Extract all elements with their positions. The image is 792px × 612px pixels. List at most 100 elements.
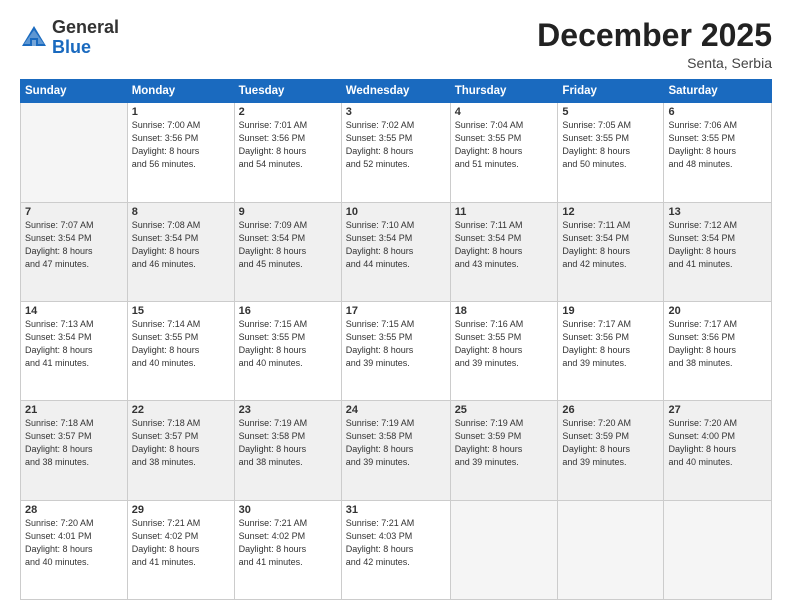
- day-number: 24: [346, 404, 446, 416]
- day-info: Sunrise: 7:14 AMSunset: 3:55 PMDaylight:…: [132, 318, 230, 370]
- weekday-header-wednesday: Wednesday: [341, 80, 450, 103]
- day-number: 14: [25, 305, 123, 317]
- day-number: 3: [346, 106, 446, 118]
- logo-blue: Blue: [52, 37, 91, 57]
- day-number: 28: [25, 504, 123, 516]
- calendar-cell: 24Sunrise: 7:19 AMSunset: 3:58 PMDayligh…: [341, 401, 450, 500]
- calendar-cell: 7Sunrise: 7:07 AMSunset: 3:54 PMDaylight…: [21, 202, 128, 301]
- day-info: Sunrise: 7:20 AMSunset: 4:00 PMDaylight:…: [668, 417, 767, 469]
- day-number: 27: [668, 404, 767, 416]
- day-number: 7: [25, 206, 123, 218]
- day-number: 26: [562, 404, 659, 416]
- day-info: Sunrise: 7:19 AMSunset: 3:58 PMDaylight:…: [346, 417, 446, 469]
- day-info: Sunrise: 7:11 AMSunset: 3:54 PMDaylight:…: [562, 219, 659, 271]
- day-info: Sunrise: 7:07 AMSunset: 3:54 PMDaylight:…: [25, 219, 123, 271]
- calendar-cell: 4Sunrise: 7:04 AMSunset: 3:55 PMDaylight…: [450, 103, 558, 202]
- calendar-cell: 23Sunrise: 7:19 AMSunset: 3:58 PMDayligh…: [234, 401, 341, 500]
- weekday-header-thursday: Thursday: [450, 80, 558, 103]
- day-number: 16: [239, 305, 337, 317]
- day-number: 5: [562, 106, 659, 118]
- day-number: 25: [455, 404, 554, 416]
- calendar-cell: 2Sunrise: 7:01 AMSunset: 3:56 PMDaylight…: [234, 103, 341, 202]
- day-number: 17: [346, 305, 446, 317]
- day-number: 22: [132, 404, 230, 416]
- calendar-cell: 25Sunrise: 7:19 AMSunset: 3:59 PMDayligh…: [450, 401, 558, 500]
- day-info: Sunrise: 7:20 AMSunset: 4:01 PMDaylight:…: [25, 517, 123, 569]
- calendar-cell: 30Sunrise: 7:21 AMSunset: 4:02 PMDayligh…: [234, 500, 341, 599]
- day-number: 20: [668, 305, 767, 317]
- day-info: Sunrise: 7:01 AMSunset: 3:56 PMDaylight:…: [239, 119, 337, 171]
- day-number: 11: [455, 206, 554, 218]
- calendar-cell: [664, 500, 772, 599]
- day-number: 31: [346, 504, 446, 516]
- day-number: 4: [455, 106, 554, 118]
- day-info: Sunrise: 7:05 AMSunset: 3:55 PMDaylight:…: [562, 119, 659, 171]
- calendar-cell: 3Sunrise: 7:02 AMSunset: 3:55 PMDaylight…: [341, 103, 450, 202]
- calendar-cell: 17Sunrise: 7:15 AMSunset: 3:55 PMDayligh…: [341, 301, 450, 400]
- weekday-header-friday: Friday: [558, 80, 664, 103]
- day-info: Sunrise: 7:12 AMSunset: 3:54 PMDaylight:…: [668, 219, 767, 271]
- day-info: Sunrise: 7:13 AMSunset: 3:54 PMDaylight:…: [25, 318, 123, 370]
- calendar-cell: 11Sunrise: 7:11 AMSunset: 3:54 PMDayligh…: [450, 202, 558, 301]
- calendar-cell: 20Sunrise: 7:17 AMSunset: 3:56 PMDayligh…: [664, 301, 772, 400]
- month-title: December 2025: [537, 18, 772, 53]
- calendar-cell: 27Sunrise: 7:20 AMSunset: 4:00 PMDayligh…: [664, 401, 772, 500]
- calendar-cell: 12Sunrise: 7:11 AMSunset: 3:54 PMDayligh…: [558, 202, 664, 301]
- day-info: Sunrise: 7:17 AMSunset: 3:56 PMDaylight:…: [562, 318, 659, 370]
- day-info: Sunrise: 7:15 AMSunset: 3:55 PMDaylight:…: [239, 318, 337, 370]
- day-info: Sunrise: 7:02 AMSunset: 3:55 PMDaylight:…: [346, 119, 446, 171]
- calendar-header-row: SundayMondayTuesdayWednesdayThursdayFrid…: [21, 80, 772, 103]
- calendar-cell: 15Sunrise: 7:14 AMSunset: 3:55 PMDayligh…: [127, 301, 234, 400]
- day-number: 23: [239, 404, 337, 416]
- calendar-cell: 8Sunrise: 7:08 AMSunset: 3:54 PMDaylight…: [127, 202, 234, 301]
- day-number: 8: [132, 206, 230, 218]
- day-number: 9: [239, 206, 337, 218]
- calendar-table: SundayMondayTuesdayWednesdayThursdayFrid…: [20, 79, 772, 600]
- day-info: Sunrise: 7:17 AMSunset: 3:56 PMDaylight:…: [668, 318, 767, 370]
- weekday-header-sunday: Sunday: [21, 80, 128, 103]
- day-info: Sunrise: 7:06 AMSunset: 3:55 PMDaylight:…: [668, 119, 767, 171]
- logo: General Blue: [20, 18, 119, 58]
- location-subtitle: Senta, Serbia: [537, 55, 772, 71]
- logo-text: General Blue: [52, 18, 119, 58]
- weekday-header-saturday: Saturday: [664, 80, 772, 103]
- day-info: Sunrise: 7:19 AMSunset: 3:58 PMDaylight:…: [239, 417, 337, 469]
- calendar-cell: 6Sunrise: 7:06 AMSunset: 3:55 PMDaylight…: [664, 103, 772, 202]
- day-number: 30: [239, 504, 337, 516]
- day-number: 29: [132, 504, 230, 516]
- title-block: December 2025 Senta, Serbia: [537, 18, 772, 71]
- day-info: Sunrise: 7:00 AMSunset: 3:56 PMDaylight:…: [132, 119, 230, 171]
- day-number: 6: [668, 106, 767, 118]
- calendar-week-row: 14Sunrise: 7:13 AMSunset: 3:54 PMDayligh…: [21, 301, 772, 400]
- day-info: Sunrise: 7:21 AMSunset: 4:02 PMDaylight:…: [239, 517, 337, 569]
- day-number: 2: [239, 106, 337, 118]
- calendar-cell: 10Sunrise: 7:10 AMSunset: 3:54 PMDayligh…: [341, 202, 450, 301]
- calendar-cell: 1Sunrise: 7:00 AMSunset: 3:56 PMDaylight…: [127, 103, 234, 202]
- day-info: Sunrise: 7:09 AMSunset: 3:54 PMDaylight:…: [239, 219, 337, 271]
- logo-general: General: [52, 17, 119, 37]
- calendar-cell: 16Sunrise: 7:15 AMSunset: 3:55 PMDayligh…: [234, 301, 341, 400]
- calendar-cell: 9Sunrise: 7:09 AMSunset: 3:54 PMDaylight…: [234, 202, 341, 301]
- day-info: Sunrise: 7:08 AMSunset: 3:54 PMDaylight:…: [132, 219, 230, 271]
- calendar-cell: 26Sunrise: 7:20 AMSunset: 3:59 PMDayligh…: [558, 401, 664, 500]
- day-info: Sunrise: 7:20 AMSunset: 3:59 PMDaylight:…: [562, 417, 659, 469]
- logo-icon: [20, 24, 48, 52]
- calendar-cell: 22Sunrise: 7:18 AMSunset: 3:57 PMDayligh…: [127, 401, 234, 500]
- calendar-cell: 18Sunrise: 7:16 AMSunset: 3:55 PMDayligh…: [450, 301, 558, 400]
- calendar-cell: 13Sunrise: 7:12 AMSunset: 3:54 PMDayligh…: [664, 202, 772, 301]
- calendar-cell: 28Sunrise: 7:20 AMSunset: 4:01 PMDayligh…: [21, 500, 128, 599]
- weekday-header-monday: Monday: [127, 80, 234, 103]
- day-number: 12: [562, 206, 659, 218]
- calendar-cell: [558, 500, 664, 599]
- day-number: 13: [668, 206, 767, 218]
- day-info: Sunrise: 7:21 AMSunset: 4:02 PMDaylight:…: [132, 517, 230, 569]
- day-info: Sunrise: 7:15 AMSunset: 3:55 PMDaylight:…: [346, 318, 446, 370]
- calendar-cell: [21, 103, 128, 202]
- weekday-header-tuesday: Tuesday: [234, 80, 341, 103]
- day-info: Sunrise: 7:10 AMSunset: 3:54 PMDaylight:…: [346, 219, 446, 271]
- calendar-cell: 29Sunrise: 7:21 AMSunset: 4:02 PMDayligh…: [127, 500, 234, 599]
- calendar-week-row: 1Sunrise: 7:00 AMSunset: 3:56 PMDaylight…: [21, 103, 772, 202]
- day-number: 19: [562, 305, 659, 317]
- day-info: Sunrise: 7:11 AMSunset: 3:54 PMDaylight:…: [455, 219, 554, 271]
- calendar-week-row: 7Sunrise: 7:07 AMSunset: 3:54 PMDaylight…: [21, 202, 772, 301]
